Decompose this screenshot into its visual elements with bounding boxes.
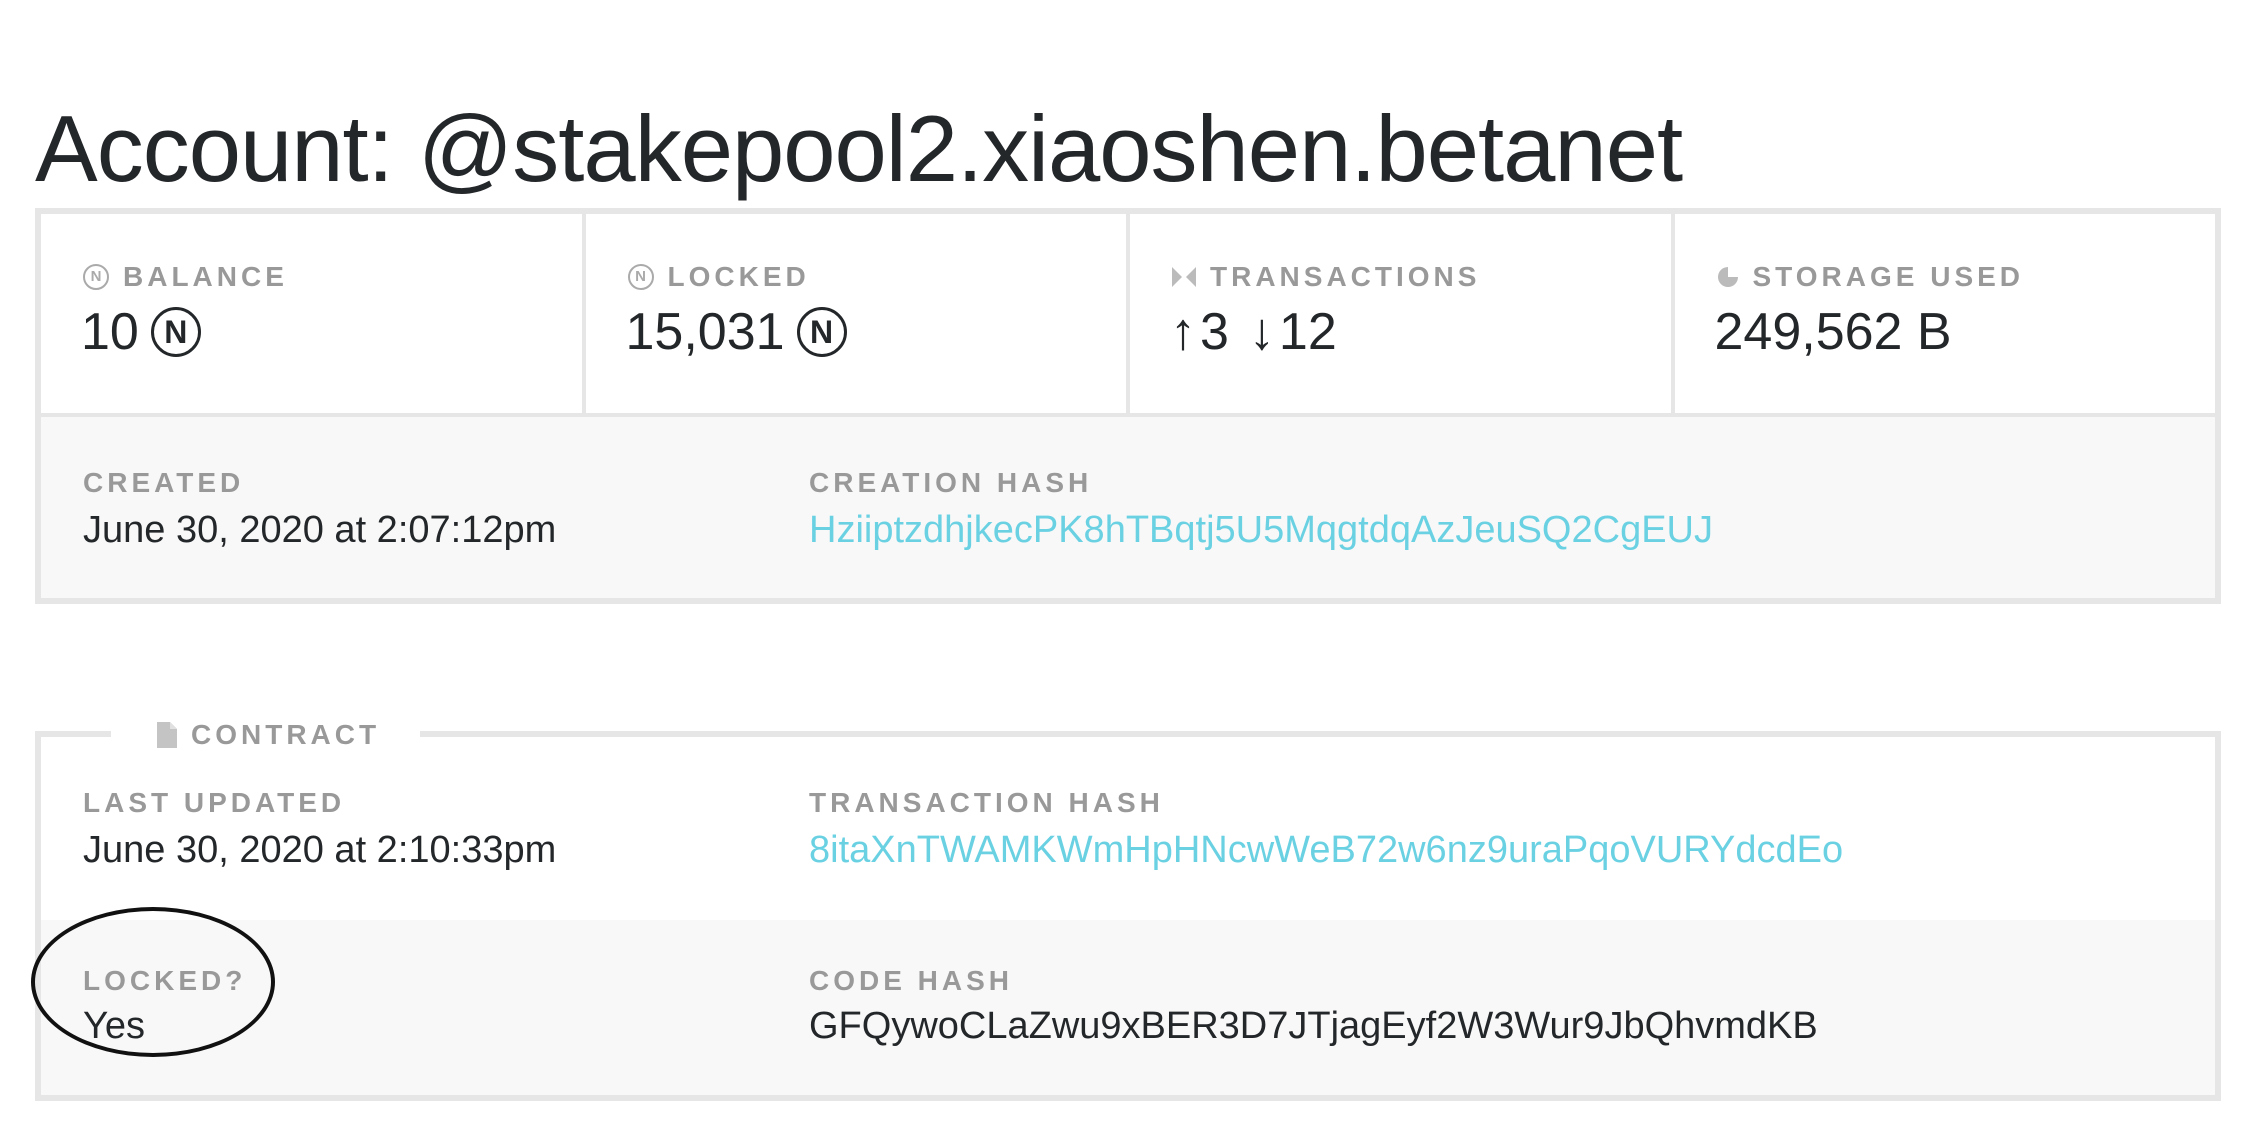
balance-amount: 10 [81,303,139,361]
file-icon [157,722,177,748]
transaction-hash-link[interactable]: 8itaXnTWAMKWmHpHNcwWeB72w6nz9uraPqoVURYd… [809,829,1843,872]
created-label: CREATED [83,467,245,498]
stats-row: N BALANCE 10 N N LOCKED 15,031 N TRANSAC… [41,214,2215,417]
contract-legend: CONTRACT [111,705,421,765]
creation-hash-link[interactable]: HziiptzdhjkecPK8hTBqtj5U5MqgtdqAzJeuSQ2C… [809,509,1713,552]
contract-legend-label: CONTRACT [191,719,381,750]
locked-value: 15,031 N [626,302,847,362]
transactions-icon [1172,267,1196,287]
code-hash-value: GFQywoCLaZwu9xBER3D7JTjagEyf2W3Wur9JbQhv… [809,1005,1818,1047]
stat-balance: N BALANCE 10 N [41,214,586,413]
creation-hash-label: CREATION HASH [809,467,1093,498]
near-icon: N [627,264,654,290]
contract-card: LAST UPDATED June 30, 2020 at 2:10:33pm … [35,705,2221,1101]
stat-balance-label: N BALANCE [83,261,288,293]
transactions-label: TRANSACTIONS [1210,261,1481,292]
stat-storage: STORAGE USED 249,562 B [1675,214,2216,413]
balance-label: BALANCE [123,261,288,292]
outgoing-count: 3 [1200,303,1229,361]
locked-amount: 15,031 [625,303,785,361]
created-value: June 30, 2020 at 2:07:12pm [83,509,557,551]
stat-transactions-label: TRANSACTIONS [1172,261,1480,293]
code-hash-label: CODE HASH [809,965,1014,996]
stat-locked: N LOCKED 15,031 N [586,214,1130,413]
last-updated-value: June 30, 2020 at 2:10:33pm [83,829,557,871]
storage-icon [1717,267,1738,287]
contract-code-row: LOCKED? Yes CODE HASH GFQywoCLaZwu9xBER3… [41,920,2215,1095]
page-title: Account: @stakepool2.xiaoshen.betanet [35,95,1683,201]
creation-details-row: CREATED June 30, 2020 at 2:07:12pm CREAT… [41,417,2215,598]
stat-transactions: TRANSACTIONS ↑ 3 ↓ 12 [1130,214,1675,413]
stat-storage-label: STORAGE USED [1717,261,2025,293]
arrow-down-icon: ↓ [1248,303,1275,361]
near-currency-icon: N [150,307,201,357]
incoming-count: 12 [1278,303,1337,361]
near-currency-icon: N [796,307,847,357]
last-updated-label: LAST UPDATED [83,787,346,818]
locked-label: LOCKED [667,261,810,292]
locked-question-value: Yes [83,1005,145,1047]
balance-value: 10 N [81,302,201,362]
near-icon: N [83,264,109,290]
stat-locked-label: N LOCKED [627,261,810,293]
account-info-card: N BALANCE 10 N N LOCKED 15,031 N TRANSAC… [35,208,2221,604]
transaction-hash-label: TRANSACTION HASH [809,787,1164,818]
locked-question-label: LOCKED? [83,965,247,996]
arrow-up-icon: ↑ [1170,303,1196,361]
transactions-value: ↑ 3 ↓ 12 [1170,302,1337,362]
storage-value: 249,562 B [1714,303,1952,361]
storage-label: STORAGE USED [1752,261,2025,292]
